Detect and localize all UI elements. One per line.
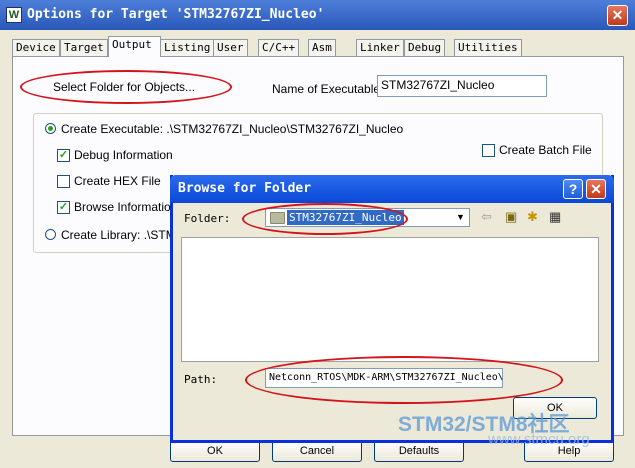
watermark-url-text: www.stmcu.org [488,431,590,448]
help-icon: ? [568,181,578,197]
create-batch-file-checkbox[interactable] [482,144,495,157]
create-hex-file-label: Create HEX File [74,174,161,188]
debug-information-label: Debug Information [74,148,173,162]
folder-icon [270,212,285,224]
create-executable-radio[interactable] [45,123,56,134]
tab-linker[interactable]: Linker [356,39,404,56]
options-defaults-button[interactable]: Defaults [374,440,464,462]
close-icon: ✕ [611,7,624,23]
chevron-down-icon[interactable]: ▼ [453,210,468,225]
tab-target[interactable]: Target [60,39,108,56]
tab-user[interactable]: User [213,39,248,56]
select-folder-button[interactable]: Select Folder for Objects... [28,76,220,99]
browse-dialog-title: Browse for Folder [178,181,312,196]
tab-debug[interactable]: Debug [404,39,446,56]
folder-label: Folder: [184,212,231,225]
tab-listing[interactable]: Listing [160,39,215,56]
tab-output[interactable]: Output [108,36,161,57]
view-menu-icon[interactable]: ▦ [549,209,561,225]
options-cancel-button[interactable]: Cancel [272,440,362,462]
folder-combo[interactable]: STM32767ZI_Nucleo ▼ [265,208,470,227]
folder-combo-value: STM32767ZI_Nucleo [287,210,404,225]
options-title-bar[interactable]: W Options for Target 'STM32767ZI_Nucleo'… [0,0,635,30]
browse-close-button[interactable]: ✕ [586,179,606,199]
browse-information-label: Browse Information [74,200,178,214]
back-arrow-icon[interactable]: ⇦ [481,209,492,225]
create-library-label: Create Library: .\STM3 [61,228,183,242]
browse-title-bar[interactable]: Browse for Folder ? ✕ [170,175,614,203]
close-icon: ✕ [590,181,602,197]
name-of-executable-input[interactable]: STM32767ZI_Nucleo [377,75,547,97]
create-executable-label: Create Executable: .\STM32767ZI_Nucleo\S… [61,122,404,136]
debug-information-checkbox[interactable]: ✓ [57,149,70,162]
tab-utilities[interactable]: Utilities [454,39,522,56]
options-dialog-title: Options for Target 'STM32767ZI_Nucleo' [27,7,325,22]
browse-help-button[interactable]: ? [563,179,583,199]
create-batch-file-label: Create Batch File [499,143,592,157]
create-hex-file-checkbox[interactable] [57,175,70,188]
keil-app-icon: W [6,7,22,23]
tab-asm[interactable]: Asm [308,39,336,56]
browse-information-checkbox[interactable]: ✓ [57,201,70,214]
up-folder-icon[interactable]: ▣ [505,209,517,225]
options-ok-button[interactable]: OK [170,440,260,462]
create-library-radio[interactable] [45,229,56,240]
path-input[interactable]: Netconn_RTOS\MDK-ARM\STM32767ZI_Nucleo\ [265,368,503,388]
folder-list-view[interactable] [181,237,599,362]
options-close-button[interactable]: ✕ [607,5,628,26]
browse-for-folder-dialog: Browse for Folder ? ✕ Folder: STM32767ZI… [170,175,614,443]
path-label: Path: [184,373,218,386]
tab-device[interactable]: Device [12,39,60,56]
tab-c-cpp[interactable]: C/C++ [258,39,300,56]
new-folder-icon[interactable]: ✱ [527,209,538,225]
name-of-executable-label: Name of Executable: [272,82,384,96]
